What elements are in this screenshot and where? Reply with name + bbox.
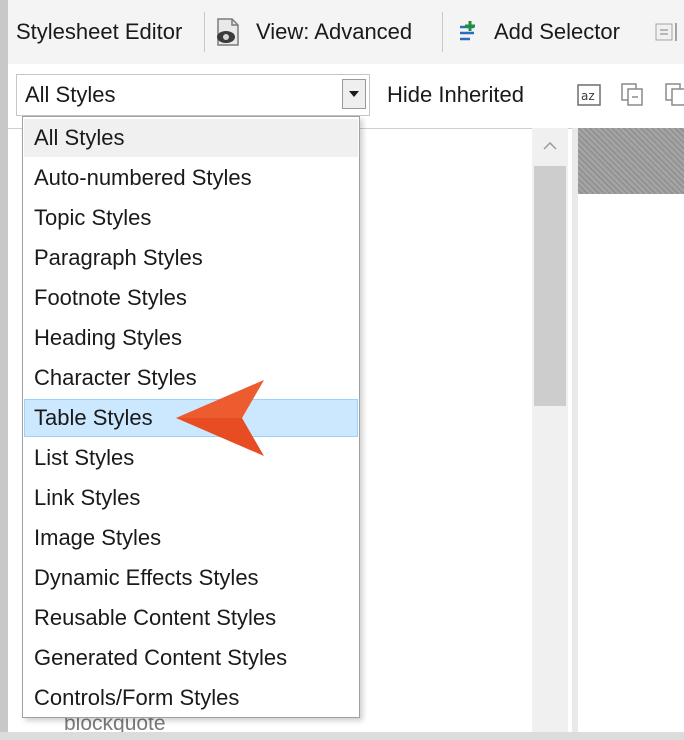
hide-inherited-button[interactable]: Hide Inherited <box>387 74 524 116</box>
dropdown-option[interactable]: Dynamic Effects Styles <box>24 559 358 597</box>
view-mode-label: View: Advanced <box>256 19 413 44</box>
pointer-arrow-icon <box>176 380 264 456</box>
preview-pane <box>578 128 684 194</box>
pane-splitter[interactable] <box>572 128 578 732</box>
view-mode-icon <box>214 17 242 47</box>
overflow-tool-icon[interactable] <box>654 0 684 64</box>
style-filter-value: All Styles <box>25 82 116 107</box>
dropdown-option[interactable]: Heading Styles <box>24 319 358 357</box>
view-advanced-button[interactable]: View: Advanced <box>214 0 412 64</box>
dropdown-option[interactable]: Link Styles <box>24 479 358 517</box>
window-frame-bottom <box>0 732 684 740</box>
scroll-up-icon[interactable] <box>532 130 568 162</box>
svg-text:az: az <box>581 89 595 103</box>
add-selector-label: Add Selector <box>494 19 620 44</box>
copy-icon[interactable] <box>620 82 648 108</box>
toolbar-separator <box>442 12 443 52</box>
dropdown-option[interactable]: Image Styles <box>24 519 358 557</box>
dropdown-option[interactable]: All Styles <box>24 119 358 157</box>
dropdown-toggle-button[interactable] <box>342 79 366 109</box>
sort-az-icon[interactable]: az <box>576 82 604 108</box>
window-frame-left <box>0 0 8 740</box>
editor-title: Stylesheet Editor <box>16 19 183 44</box>
scrollbar-thumb[interactable] <box>534 166 566 406</box>
add-selector-icon <box>454 19 480 45</box>
dropdown-option[interactable]: Footnote Styles <box>24 279 358 317</box>
copy-icon-2[interactable] <box>664 82 684 108</box>
editor-toolbar: Stylesheet Editor View: Advanced Add Sel… <box>8 0 684 65</box>
dropdown-option[interactable]: Topic Styles <box>24 199 358 237</box>
dropdown-option[interactable]: Controls/Form Styles <box>24 679 358 717</box>
chevron-down-icon <box>349 91 359 97</box>
style-filter-combobox[interactable]: All Styles <box>16 74 370 116</box>
dropdown-option[interactable]: Generated Content Styles <box>24 639 358 677</box>
dropdown-option[interactable]: Reusable Content Styles <box>24 599 358 637</box>
dropdown-option[interactable]: Auto-numbered Styles <box>24 159 358 197</box>
dropdown-option[interactable]: Paragraph Styles <box>24 239 358 277</box>
add-selector-button[interactable]: Add Selector <box>454 0 620 64</box>
toolbar-separator <box>204 12 205 52</box>
